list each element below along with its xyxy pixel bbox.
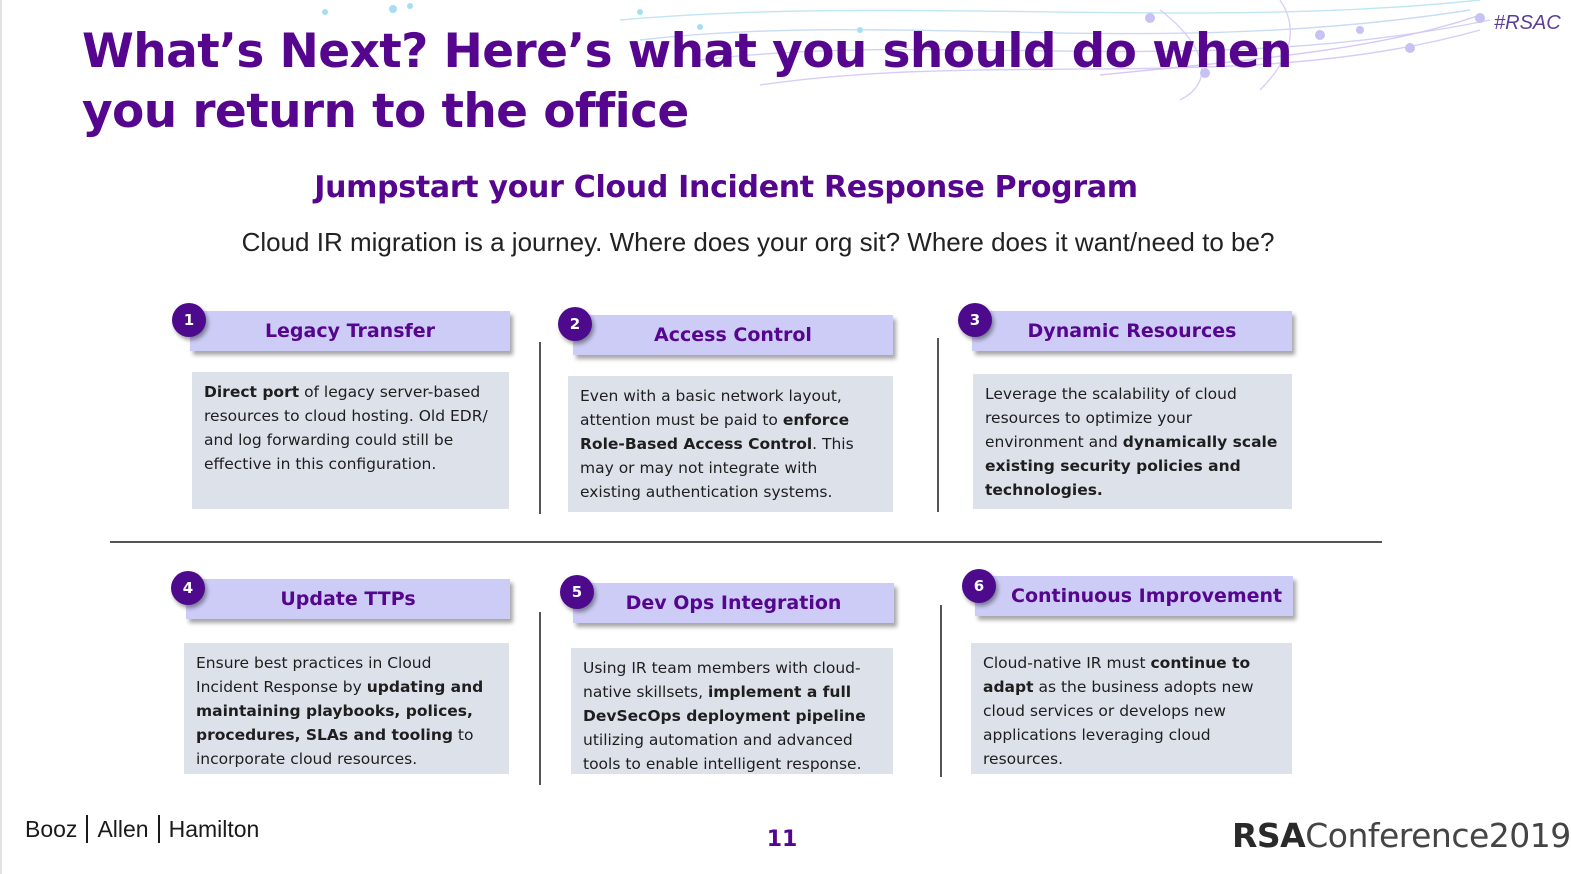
step-number-badge: 5 (560, 575, 594, 609)
slide-lead-text: Cloud IR migration is a journey. Where d… (241, 227, 1275, 257)
step-title: Continuous Improvement (1011, 585, 1283, 607)
conference-name: Conference2019 (1305, 816, 1571, 855)
rsa-brand: RSA (1232, 816, 1306, 855)
step-header: Dev Ops Integration (573, 583, 894, 623)
step-number-badge: 3 (958, 303, 992, 337)
step-description: Ensure best practices in Cloud Incident … (184, 643, 509, 774)
row-divider (110, 541, 1382, 543)
step-number-badge: 4 (171, 571, 205, 605)
column-divider (940, 605, 942, 777)
step-title: Legacy Transfer (264, 320, 436, 342)
step-description: Direct port of legacy server-based resou… (192, 372, 509, 509)
step-header: Dynamic Resources (972, 311, 1292, 351)
column-divider (937, 338, 939, 512)
column-divider (539, 342, 541, 514)
column-divider (539, 612, 541, 785)
step-header: Legacy Transfer (190, 311, 510, 351)
step-description: Even with a basic network layout, attent… (568, 376, 893, 512)
step-title: Dev Ops Integration (625, 592, 842, 614)
emphasized-text: Direct port (204, 383, 300, 401)
step-header: Update TTPs (186, 579, 510, 619)
step-title: Update TTPs (280, 588, 416, 610)
body-text: utilizing automation and advanced tools … (583, 731, 862, 773)
step-description: Cloud-native IR must continue to adapt a… (971, 643, 1292, 774)
step-number-badge: 6 (962, 569, 996, 603)
rsa-conference-logo: RSAConference2019 (1232, 816, 1571, 855)
slide-left-border (0, 0, 2, 874)
step-description: Leverage the scalability of cloud resour… (973, 374, 1292, 509)
step-number-badge: 2 (558, 307, 592, 341)
step-number-badge: 1 (172, 303, 206, 337)
slide-subtitle: Jumpstart your Cloud Incident Response P… (314, 170, 1138, 205)
body-text: Cloud-native IR must (983, 654, 1151, 672)
rsac-hashtag: #RSAC (1494, 12, 1561, 34)
step-description: Using IR team members with cloud-native … (571, 648, 893, 774)
step-title: Dynamic Resources (1027, 320, 1237, 342)
step-title: Access Control (654, 324, 812, 346)
step-header: Continuous Improvement (975, 576, 1293, 616)
slide-title: What’s Next? Here’s what you should do w… (82, 24, 1293, 139)
step-header: Access Control (573, 315, 893, 355)
